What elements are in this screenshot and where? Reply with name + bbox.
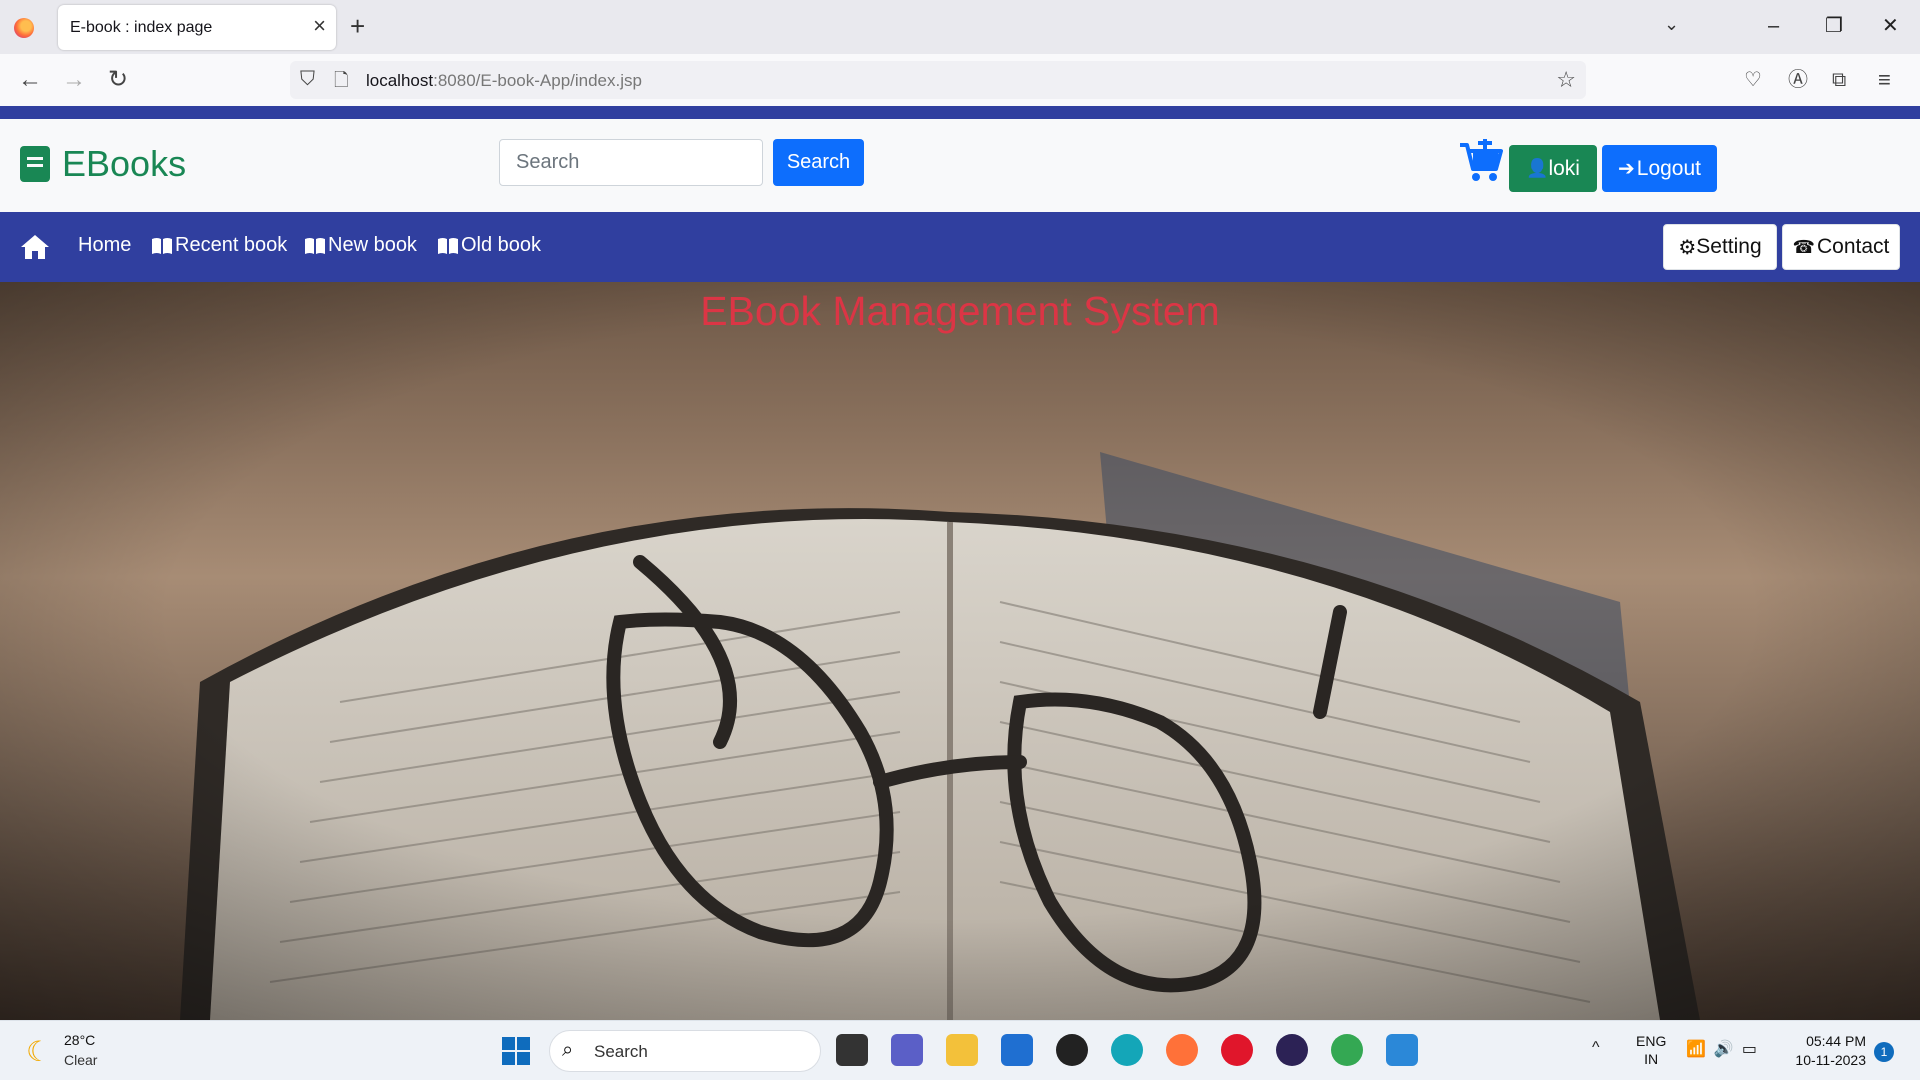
- moon-weather-icon[interactable]: ☾: [26, 1035, 51, 1068]
- url-bar[interactable]: ⛉ 🗋 localhost:8080/E-book-App/index.jsp …: [290, 61, 1586, 99]
- shield-icon[interactable]: ⛉: [300, 68, 315, 91]
- brand-logo[interactable]: EBooks: [20, 143, 186, 185]
- nav-new-book[interactable]: New book: [304, 234, 417, 257]
- firefox-logo-icon: [14, 18, 34, 38]
- search-input[interactable]: [499, 139, 763, 186]
- cart-plus-icon[interactable]: [1458, 139, 1504, 183]
- restore-icon[interactable]: ❐: [1825, 14, 1843, 38]
- phone-square-icon: ☎: [1792, 236, 1816, 257]
- taskbar-search-label: Search: [594, 1042, 648, 1061]
- page-icon: 🗋: [334, 70, 349, 90]
- bookmark-star-icon[interactable]: ☆: [1556, 67, 1576, 93]
- top-accent-strip: [0, 106, 1920, 119]
- notification-badge[interactable]: 1: [1874, 1042, 1894, 1062]
- book-glasses-image: [0, 282, 1920, 1020]
- nav-recent-book[interactable]: Recent book: [151, 234, 287, 257]
- close-window-icon[interactable]: ✕: [1882, 14, 1899, 38]
- firefox-taskbar-icon[interactable]: [1166, 1034, 1198, 1066]
- logout-label: Logout: [1636, 156, 1701, 180]
- chrome-icon[interactable]: [1331, 1034, 1363, 1066]
- site-header: EBooks Search 👤 loki ➔ Logout: [0, 119, 1920, 212]
- open-book-icon: [438, 237, 458, 254]
- file-explorer-icon[interactable]: [946, 1034, 978, 1066]
- microsoft-store-icon[interactable]: [1001, 1034, 1033, 1066]
- photos-icon[interactable]: [1386, 1034, 1418, 1066]
- language-indicator[interactable]: ENG IN: [1636, 1032, 1666, 1068]
- contact-button[interactable]: ☎ Contact: [1782, 224, 1900, 270]
- weather-temperature[interactable]: 28°C: [64, 1032, 95, 1048]
- setting-label: Setting: [1696, 235, 1762, 258]
- clock[interactable]: 05:44 PM 10-11-2023: [1786, 1032, 1866, 1070]
- forward-icon[interactable]: →: [62, 66, 86, 94]
- url-path: :8080/E-book-App/index.jsp: [433, 71, 642, 90]
- url-text[interactable]: localhost:8080/E-book-App/index.jsp: [366, 71, 642, 91]
- volume-icon[interactable]: 🔊: [1714, 1041, 1742, 1058]
- show-hidden-icons-chevron-icon[interactable]: ^: [1592, 1039, 1600, 1057]
- url-host: localhost: [366, 71, 434, 90]
- search-button[interactable]: Search: [773, 139, 864, 186]
- menu-icon[interactable]: ≡: [1878, 66, 1891, 94]
- open-book-icon: [152, 237, 172, 254]
- clock-time: 05:44 PM: [1806, 1033, 1866, 1049]
- user-plus-icon: 👤: [1526, 158, 1549, 178]
- browser-tab[interactable]: E-book : index page ×: [58, 5, 336, 50]
- brand-name: EBooks: [62, 143, 187, 184]
- language-code: ENG: [1636, 1033, 1667, 1049]
- taskbar-search[interactable]: ⌕ Search: [549, 1030, 821, 1072]
- edge-browser-icon[interactable]: [1111, 1034, 1143, 1066]
- book-icon: [20, 146, 50, 182]
- gear-icon: ⚙: [1678, 236, 1697, 259]
- windows-taskbar: ☾ 28°C Clear ⌕ Search ^ ENG IN 📶🔊▭ 05:44…: [0, 1020, 1920, 1080]
- home-icon[interactable]: [20, 234, 50, 260]
- wifi-icon[interactable]: 📶: [1686, 1041, 1714, 1058]
- site-nav: Home Recent book New book Old book ⚙ Set…: [0, 212, 1920, 282]
- extensions-icon[interactable]: ⧉: [1832, 66, 1846, 94]
- user-button[interactable]: 👤 loki: [1509, 145, 1597, 192]
- list-all-tabs-chevron-icon[interactable]: ⌄: [1664, 14, 1679, 35]
- reload-icon[interactable]: ↻: [108, 66, 128, 94]
- nav-recent-book-label: Recent book: [175, 234, 288, 256]
- hero-title: EBook Management System: [700, 288, 1220, 334]
- eclipse-icon[interactable]: [1276, 1034, 1308, 1066]
- new-tab-icon[interactable]: +: [350, 12, 365, 40]
- nav-new-book-label: New book: [328, 234, 417, 256]
- dell-icon[interactable]: [1056, 1034, 1088, 1066]
- teams-chat-icon[interactable]: [891, 1034, 923, 1066]
- tab-title: E-book : index page: [70, 19, 213, 36]
- task-view-icon[interactable]: [836, 1034, 868, 1066]
- browser-tab-bar: E-book : index page × + ⌄ – ❐ ✕: [0, 0, 1920, 54]
- user-label: loki: [1548, 156, 1580, 180]
- contact-label: Contact: [1817, 235, 1890, 258]
- weather-condition[interactable]: Clear: [64, 1052, 97, 1068]
- pocket-icon[interactable]: ♡: [1744, 66, 1762, 94]
- logout-button[interactable]: ➔ Logout: [1602, 145, 1717, 192]
- search-icon: ⌕: [562, 1039, 574, 1061]
- windows-start-icon[interactable]: [502, 1037, 530, 1065]
- region-code: IN: [1644, 1051, 1659, 1067]
- hero-banner: EBook Management System: [0, 282, 1920, 1020]
- open-book-icon: [305, 237, 325, 254]
- minimize-icon[interactable]: –: [1768, 14, 1779, 38]
- sign-in-icon: ➔: [1618, 158, 1635, 180]
- setting-button[interactable]: ⚙ Setting: [1663, 224, 1777, 270]
- clock-date: 10-11-2023: [1795, 1052, 1866, 1068]
- close-tab-icon[interactable]: ×: [313, 13, 326, 39]
- nav-old-book-label: Old book: [461, 234, 542, 256]
- system-tray-icons[interactable]: 📶🔊▭: [1686, 1039, 1765, 1059]
- back-icon[interactable]: ←: [18, 66, 42, 94]
- account-avatar-icon[interactable]: Ⓐ: [1788, 66, 1808, 94]
- nav-home[interactable]: Home: [78, 234, 131, 257]
- battery-icon[interactable]: ▭: [1742, 1041, 1765, 1058]
- opera-icon[interactable]: [1221, 1034, 1253, 1066]
- nav-old-book[interactable]: Old book: [437, 234, 541, 257]
